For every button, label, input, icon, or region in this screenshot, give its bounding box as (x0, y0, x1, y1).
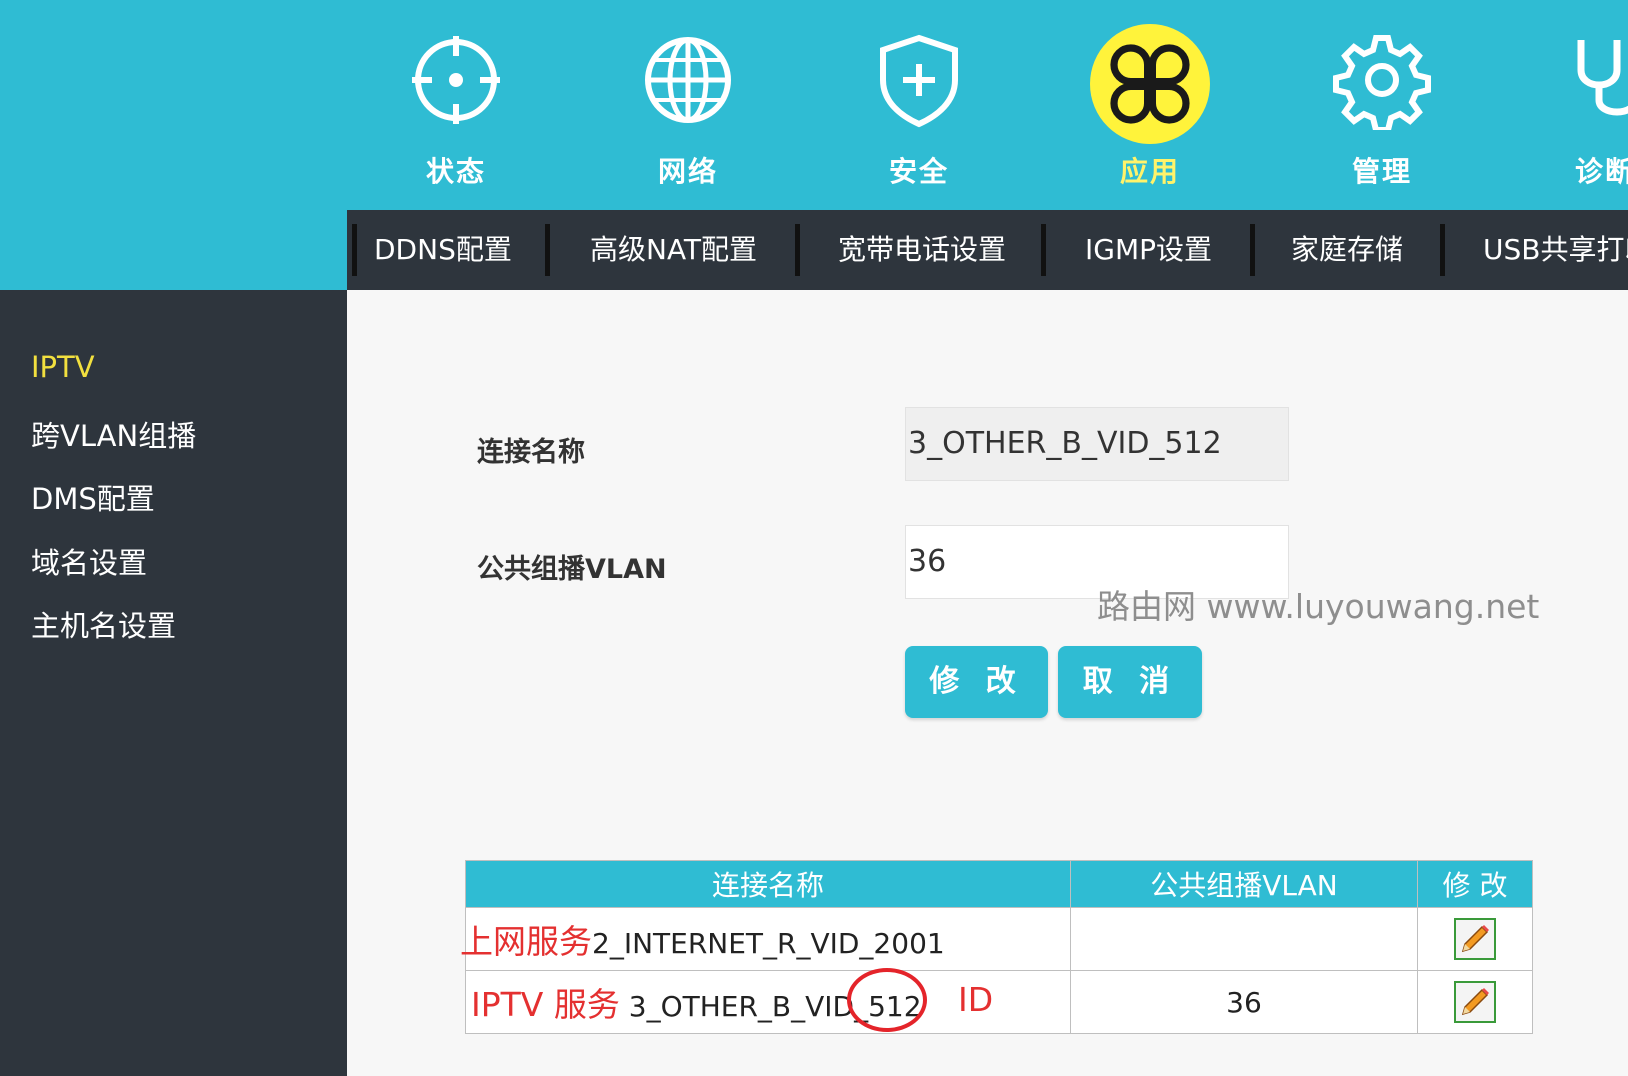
nav-label: 安全 (888, 155, 949, 188)
nav-manage[interactable]: 管理 (1282, 0, 1482, 210)
row-modify-cell (1417, 970, 1533, 1034)
sub-nav: DDNS配置 高级NAT配置 宽带电话设置 IGMP设置 家庭存储 USB共享打… (347, 210, 1628, 290)
sidebar-item-dms[interactable]: DMS配置 (31, 476, 155, 518)
conn-name-field: 3_OTHER_B_VID_512 (905, 407, 1289, 481)
sidebar-item-hostname[interactable]: 主机名设置 (31, 603, 176, 645)
nav-status[interactable]: 状态 (356, 0, 556, 210)
col-modify: 修 改 (1417, 860, 1533, 908)
nav-label: 应用 (1119, 155, 1180, 188)
apps-clover-icon (1090, 24, 1210, 144)
subnav-advanced-nat[interactable]: 高级NAT配置 (590, 210, 757, 290)
conn-name-label: 连接名称 (477, 437, 585, 468)
sidebar-item-domain[interactable]: 域名设置 (31, 540, 147, 582)
separator (545, 224, 550, 276)
separator (795, 224, 800, 276)
iptv-table: 连接名称 公共组播VLAN 修 改 上网服务2_INTERNET_R_VID_2… (460, 860, 1533, 1034)
nav-label: 诊断 (1574, 155, 1628, 188)
annotation-circle (847, 968, 927, 1032)
separator (1440, 224, 1445, 276)
vlan-label: 公共组播VLAN (477, 554, 667, 585)
gear-icon (1333, 35, 1431, 130)
row-annotation: IPTV 服务 (471, 985, 620, 1024)
stethoscope-icon (1577, 40, 1628, 116)
edit-pencil-icon[interactable] (1453, 917, 1497, 961)
subnav-home-storage[interactable]: 家庭存储 (1291, 210, 1403, 290)
cancel-button[interactable]: 取 消 (1058, 646, 1202, 718)
modify-button[interactable]: 修 改 (905, 646, 1048, 718)
watermark: 路由网 www.luyouwang.net (1097, 587, 1540, 626)
shield-plus-icon (880, 34, 958, 128)
edit-pencil-icon[interactable] (1453, 980, 1497, 1024)
id-annotation: ID (958, 980, 994, 1019)
table-row: 上网服务2_INTERNET_R_VID_2001 (460, 907, 1533, 971)
nav-label: 网络 (657, 155, 718, 188)
table-row: IPTV 服务 3_OTHER_B_VID_512 36 (465, 970, 1533, 1034)
separator (352, 224, 357, 276)
sidebar (0, 290, 347, 1076)
row-modify-cell (1417, 907, 1533, 971)
subnav-usb-print[interactable]: USB共享打印 (1483, 210, 1628, 290)
row-annotation: 上网服务 (460, 922, 592, 961)
subnav-igmp[interactable]: IGMP设置 (1085, 210, 1212, 290)
row-vlan (1070, 907, 1418, 971)
sidebar-item-iptv[interactable]: IPTV (31, 350, 95, 384)
col-conn-name: 连接名称 (465, 860, 1071, 908)
globe-icon (645, 37, 731, 123)
separator (1041, 224, 1046, 276)
subnav-ddns[interactable]: DDNS配置 (374, 210, 512, 290)
table-header-row: 连接名称 公共组播VLAN 修 改 (465, 860, 1533, 908)
nav-network[interactable]: 网络 (588, 0, 788, 210)
sidebar-item-cross-vlan[interactable]: 跨VLAN组播 (31, 413, 196, 455)
separator (1250, 224, 1255, 276)
row-name-cell: 上网服务2_INTERNET_R_VID_2001 (460, 907, 1071, 971)
nav-security[interactable]: 安全 (819, 0, 1019, 210)
nav-apps[interactable]: 应用 (1050, 0, 1250, 210)
nav-label: 管理 (1351, 155, 1412, 188)
col-vlan: 公共组播VLAN (1070, 860, 1418, 908)
status-target-icon (412, 36, 500, 124)
nav-label: 状态 (425, 155, 486, 188)
row-vlan: 36 (1070, 970, 1418, 1034)
nav-diagnose[interactable]: 诊断 (1505, 0, 1628, 210)
subnav-voip[interactable]: 宽带电话设置 (838, 210, 1006, 290)
row-name: 2_INTERNET_R_VID_2001 (592, 927, 945, 960)
